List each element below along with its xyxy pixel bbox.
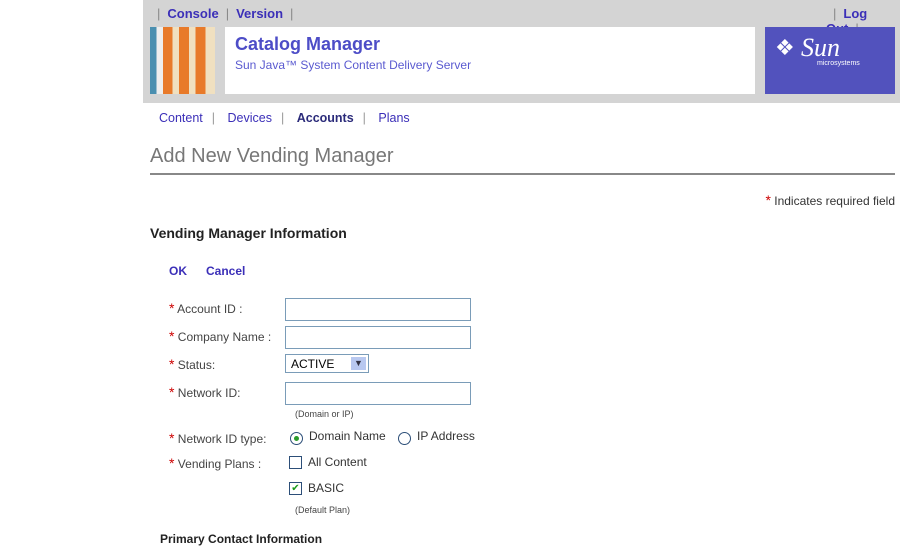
- required-note-text: Indicates required field: [774, 194, 895, 208]
- radio-domain-name[interactable]: [290, 432, 303, 445]
- status-select[interactable]: ACTIVE ▼: [285, 354, 369, 373]
- sun-logo-icon: ❖: [775, 35, 795, 60]
- account-id-label: * Account ID :: [169, 300, 243, 316]
- top-links-left: | Console | Version |: [157, 6, 294, 21]
- nav-accounts[interactable]: Accounts: [297, 111, 354, 125]
- company-name-input[interactable]: [285, 326, 471, 349]
- account-id-input[interactable]: [285, 298, 471, 321]
- title-divider: [150, 173, 895, 175]
- header: |Console|Version| |Log Out| Catalog Mana…: [143, 0, 900, 103]
- all-content-label: All Content: [308, 455, 367, 469]
- page-title: Add New Vending Manager: [150, 145, 394, 167]
- nav-plans[interactable]: Plans: [378, 111, 409, 125]
- network-id-label: * Network ID:: [169, 384, 241, 400]
- radio-domain-name-label: Domain Name: [309, 429, 386, 443]
- vending-plans-label: * Vending Plans :: [169, 455, 262, 471]
- status-label: * Status:: [169, 356, 216, 372]
- network-id-type-label: * Network ID type:: [169, 430, 267, 446]
- network-id-hint: (Domain or IP): [295, 409, 354, 419]
- sun-logo: ❖ Sun microsystems: [765, 27, 895, 94]
- form-buttons: OK Cancel: [169, 264, 264, 278]
- primary-contact-title: Primary Contact Information: [160, 532, 323, 546]
- main-nav: Content | Devices | Accounts | Plans: [159, 111, 410, 125]
- checkbox-all-content[interactable]: [289, 456, 302, 469]
- app-title: Catalog Manager: [235, 34, 381, 54]
- ok-button[interactable]: OK: [169, 264, 187, 278]
- banner-image: [150, 27, 215, 94]
- nav-content[interactable]: Content: [159, 111, 203, 125]
- console-link[interactable]: Console: [167, 6, 218, 21]
- company-name-label: * Company Name :: [169, 328, 272, 344]
- radio-ip-address[interactable]: [398, 432, 411, 445]
- section-title: Vending Manager Information: [150, 225, 347, 241]
- title-box: Catalog Manager Sun Java™ System Content…: [225, 27, 755, 94]
- nav-devices[interactable]: Devices: [228, 111, 272, 125]
- checkbox-basic[interactable]: ✔: [289, 482, 302, 495]
- required-note: * Indicates required field: [765, 192, 895, 208]
- app-subtitle: Sun Java™ System Content Delivery Server: [235, 58, 472, 72]
- basic-label: BASIC: [308, 481, 345, 495]
- radio-ip-address-label: IP Address: [417, 429, 475, 443]
- default-plan-hint: (Default Plan): [295, 505, 351, 515]
- network-id-input[interactable]: [285, 382, 471, 405]
- chevron-down-icon: ▼: [351, 357, 366, 370]
- version-link[interactable]: Version: [236, 6, 283, 21]
- cancel-button[interactable]: Cancel: [206, 264, 245, 278]
